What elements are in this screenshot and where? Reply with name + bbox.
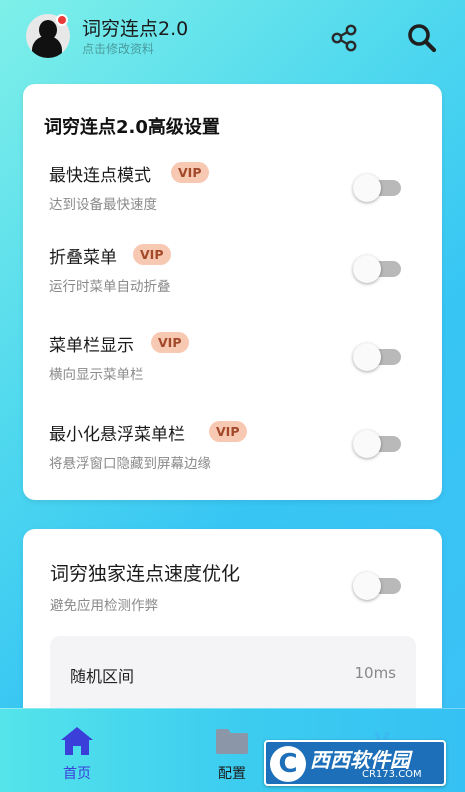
setting-desc: 运行时菜单自动折叠 — [49, 279, 171, 295]
vip-badge: VIP — [151, 332, 189, 353]
setting-desc: 横向显示菜单栏 — [49, 367, 144, 383]
watermark-c-icon: C — [270, 746, 306, 782]
advanced-settings-title: 词穷连点2.0高级设置 — [44, 117, 220, 138]
setting-desc: 将悬浮窗口隐藏到屏幕边缘 — [49, 456, 211, 472]
fold-menu-toggle[interactable] — [353, 254, 403, 284]
home-icon — [59, 725, 95, 757]
nav-home[interactable]: 首页 — [37, 709, 117, 792]
setting-desc: 达到设备最快速度 — [49, 197, 157, 213]
random-interval-value: 10ms — [354, 664, 396, 682]
vip-badge: VIP — [133, 244, 171, 265]
notification-dot — [56, 14, 68, 26]
share-icon[interactable] — [328, 22, 360, 54]
speed-optimization-desc: 避免应用检测作弊 — [50, 598, 158, 614]
search-icon[interactable] — [404, 20, 440, 56]
nav-config[interactable]: 配置 — [192, 709, 272, 792]
menubar-display-toggle[interactable] — [353, 342, 403, 372]
app-title: 词穷连点2.0 — [82, 18, 189, 40]
nav-home-label: 首页 — [63, 766, 91, 782]
setting-label: 最快连点模式 — [49, 166, 151, 186]
advanced-settings-card: 词穷连点2.0高级设置 最快连点模式 VIP 达到设备最快速度 折叠菜单 VIP… — [23, 84, 442, 500]
minimize-float-toggle[interactable] — [353, 429, 403, 459]
setting-label: 菜单栏显示 — [49, 336, 134, 356]
top-bar: 词穷连点2.0 点击修改资料 — [0, 0, 465, 78]
speed-optimization-toggle[interactable] — [353, 571, 403, 601]
speed-optimization-card: 词穷独家连点速度优化 避免应用检测作弊 随机区间 10ms — [23, 529, 442, 729]
fastest-mode-toggle[interactable] — [353, 173, 403, 203]
watermark-url: CR173.COM — [362, 769, 422, 780]
watermark-logo: C 西西软件园 CR173.COM — [264, 740, 446, 786]
setting-label: 折叠菜单 — [49, 248, 117, 268]
nav-config-label: 配置 — [218, 766, 246, 782]
speed-optimization-title: 词穷独家连点速度优化 — [50, 563, 241, 585]
random-interval-label: 随机区间 — [70, 667, 135, 686]
vip-badge: VIP — [171, 162, 209, 183]
setting-label: 最小化悬浮菜单栏 — [49, 425, 185, 445]
vip-badge: VIP — [209, 421, 247, 442]
folder-icon — [214, 725, 250, 757]
edit-profile-link[interactable]: 点击修改资料 — [82, 40, 154, 57]
